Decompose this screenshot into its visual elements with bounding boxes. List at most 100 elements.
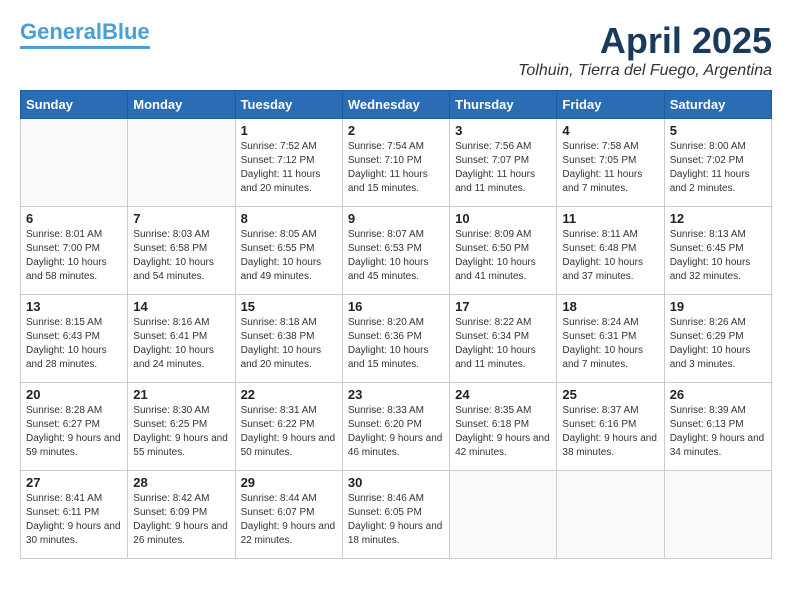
weekday-header-sunday: Sunday — [21, 91, 128, 119]
calendar-cell: 18 Sunrise: 8:24 AM Sunset: 6:31 PM Dayli… — [557, 295, 664, 383]
calendar-table: SundayMondayTuesdayWednesdayThursdayFrid… — [20, 90, 772, 559]
day-info: Sunrise: 8:18 AM Sunset: 6:38 PM Dayligh… — [241, 316, 337, 372]
day-number: 1 — [241, 123, 337, 138]
calendar-cell: 9 Sunrise: 8:07 AM Sunset: 6:53 PM Daylig… — [342, 207, 449, 295]
day-number: 19 — [670, 299, 766, 314]
day-number: 24 — [455, 387, 551, 402]
day-info: Sunrise: 8:13 AM Sunset: 6:45 PM Dayligh… — [670, 228, 766, 284]
calendar-cell: 23 Sunrise: 8:33 AM Sunset: 6:20 PM Dayli… — [342, 383, 449, 471]
day-number: 13 — [26, 299, 122, 314]
day-info: Sunrise: 8:20 AM Sunset: 6:36 PM Dayligh… — [348, 316, 444, 372]
calendar-cell: 27 Sunrise: 8:41 AM Sunset: 6:11 PM Dayli… — [21, 471, 128, 559]
day-info: Sunrise: 8:44 AM Sunset: 6:07 PM Dayligh… — [241, 492, 337, 548]
week-row-4: 20 Sunrise: 8:28 AM Sunset: 6:27 PM Dayli… — [21, 383, 772, 471]
day-number: 22 — [241, 387, 337, 402]
day-info: Sunrise: 8:22 AM Sunset: 6:34 PM Dayligh… — [455, 316, 551, 372]
calendar-cell: 13 Sunrise: 8:15 AM Sunset: 6:43 PM Dayli… — [21, 295, 128, 383]
day-number: 3 — [455, 123, 551, 138]
day-number: 5 — [670, 123, 766, 138]
day-number: 26 — [670, 387, 766, 402]
calendar-cell: 20 Sunrise: 8:28 AM Sunset: 6:27 PM Dayli… — [21, 383, 128, 471]
calendar-cell: 3 Sunrise: 7:56 AM Sunset: 7:07 PM Daylig… — [450, 119, 557, 207]
weekday-header-wednesday: Wednesday — [342, 91, 449, 119]
calendar-cell: 16Sunrise: 8:20 AM Sunset: 6:36 PM Dayli… — [342, 295, 449, 383]
calendar-title: April 2025 — [518, 20, 772, 62]
title-area: April 2025 Tolhuin, Tierra del Fuego, Ar… — [518, 20, 772, 80]
day-number: 11 — [562, 211, 658, 226]
calendar-cell: 30Sunrise: 8:46 AM Sunset: 6:05 PM Dayli… — [342, 471, 449, 559]
header: GeneralBlue April 2025 Tolhuin, Tierra d… — [20, 20, 772, 80]
day-info: Sunrise: 8:33 AM Sunset: 6:20 PM Dayligh… — [348, 404, 444, 460]
calendar-cell: 15 Sunrise: 8:18 AM Sunset: 6:38 PM Dayli… — [235, 295, 342, 383]
day-info: Sunrise: 8:37 AM Sunset: 6:16 PM Dayligh… — [562, 404, 658, 460]
day-info: Sunrise: 8:39 AM Sunset: 6:13 PM Dayligh… — [670, 404, 766, 460]
day-info: Sunrise: 8:11 AM Sunset: 6:48 PM Dayligh… — [562, 228, 658, 284]
day-number: 25 — [562, 387, 658, 402]
calendar-cell — [128, 119, 235, 207]
day-info: Sunrise: 8:30 AM Sunset: 6:25 PM Dayligh… — [133, 404, 229, 460]
calendar-cell: 5Sunrise: 8:00 AM Sunset: 7:02 PM Daylig… — [664, 119, 771, 207]
day-number: 9 — [348, 211, 444, 226]
calendar-subtitle: Tolhuin, Tierra del Fuego, Argentina — [518, 62, 772, 80]
day-number: 14 — [133, 299, 229, 314]
logo: GeneralBlue — [20, 20, 150, 49]
day-number: 28 — [133, 475, 229, 490]
day-info: Sunrise: 8:09 AM Sunset: 6:50 PM Dayligh… — [455, 228, 551, 284]
day-number: 18 — [562, 299, 658, 314]
logo-underline — [20, 46, 150, 49]
weekday-header-monday: Monday — [128, 91, 235, 119]
calendar-cell: 21 Sunrise: 8:30 AM Sunset: 6:25 PM Dayli… — [128, 383, 235, 471]
calendar-cell: 28 Sunrise: 8:42 AM Sunset: 6:09 PM Dayli… — [128, 471, 235, 559]
day-info: Sunrise: 8:26 AM Sunset: 6:29 PM Dayligh… — [670, 316, 766, 372]
weekday-header-saturday: Saturday — [664, 91, 771, 119]
calendar-cell: 19 Sunrise: 8:26 AM Sunset: 6:29 PM Dayli… — [664, 295, 771, 383]
day-info: Sunrise: 8:31 AM Sunset: 6:22 PM Dayligh… — [241, 404, 337, 460]
day-info: Sunrise: 8:15 AM Sunset: 6:43 PM Dayligh… — [26, 316, 122, 372]
calendar-cell — [664, 471, 771, 559]
calendar-cell: 12 Sunrise: 8:13 AM Sunset: 6:45 PM Dayli… — [664, 207, 771, 295]
day-number: 2 — [348, 123, 444, 138]
calendar-cell: 24 Sunrise: 8:35 AM Sunset: 6:18 PM Dayli… — [450, 383, 557, 471]
calendar-cell: 8 Sunrise: 8:05 AM Sunset: 6:55 PM Daylig… — [235, 207, 342, 295]
day-info: Sunrise: 8:24 AM Sunset: 6:31 PM Dayligh… — [562, 316, 658, 372]
weekday-header-thursday: Thursday — [450, 91, 557, 119]
week-row-5: 27 Sunrise: 8:41 AM Sunset: 6:11 PM Dayli… — [21, 471, 772, 559]
day-info: Sunrise: 8:42 AM Sunset: 6:09 PM Dayligh… — [133, 492, 229, 548]
day-number: 6 — [26, 211, 122, 226]
weekday-header-tuesday: Tuesday — [235, 91, 342, 119]
calendar-cell — [21, 119, 128, 207]
day-number: 29 — [241, 475, 337, 490]
week-row-2: 6Sunrise: 8:01 AM Sunset: 7:00 PM Daylig… — [21, 207, 772, 295]
day-number: 27 — [26, 475, 122, 490]
calendar-cell: 2Sunrise: 7:54 AM Sunset: 7:10 PM Daylig… — [342, 119, 449, 207]
day-number: 20 — [26, 387, 122, 402]
day-number: 8 — [241, 211, 337, 226]
calendar-cell: 11 Sunrise: 8:11 AM Sunset: 6:48 PM Dayli… — [557, 207, 664, 295]
week-row-1: 1 Sunrise: 7:52 AM Sunset: 7:12 PM Daylig… — [21, 119, 772, 207]
day-info: Sunrise: 7:52 AM Sunset: 7:12 PM Dayligh… — [241, 140, 337, 196]
day-number: 12 — [670, 211, 766, 226]
day-info: Sunrise: 8:35 AM Sunset: 6:18 PM Dayligh… — [455, 404, 551, 460]
day-number: 10 — [455, 211, 551, 226]
day-info: Sunrise: 7:56 AM Sunset: 7:07 PM Dayligh… — [455, 140, 551, 196]
calendar-cell: 1 Sunrise: 7:52 AM Sunset: 7:12 PM Daylig… — [235, 119, 342, 207]
calendar-cell — [450, 471, 557, 559]
day-info: Sunrise: 8:41 AM Sunset: 6:11 PM Dayligh… — [26, 492, 122, 548]
day-number: 15 — [241, 299, 337, 314]
calendar-cell: 22 Sunrise: 8:31 AM Sunset: 6:22 PM Dayli… — [235, 383, 342, 471]
logo-general: General — [20, 19, 102, 44]
day-number: 21 — [133, 387, 229, 402]
day-number: 23 — [348, 387, 444, 402]
day-info: Sunrise: 8:07 AM Sunset: 6:53 PM Dayligh… — [348, 228, 444, 284]
calendar-cell: 7Sunrise: 8:03 AM Sunset: 6:58 PM Daylig… — [128, 207, 235, 295]
calendar-cell: 6Sunrise: 8:01 AM Sunset: 7:00 PM Daylig… — [21, 207, 128, 295]
day-info: Sunrise: 8:28 AM Sunset: 6:27 PM Dayligh… — [26, 404, 122, 460]
calendar-cell: 14 Sunrise: 8:16 AM Sunset: 6:41 PM Dayli… — [128, 295, 235, 383]
day-info: Sunrise: 8:05 AM Sunset: 6:55 PM Dayligh… — [241, 228, 337, 284]
calendar-cell: 26 Sunrise: 8:39 AM Sunset: 6:13 PM Dayli… — [664, 383, 771, 471]
day-number: 4 — [562, 123, 658, 138]
calendar-cell: 4 Sunrise: 7:58 AM Sunset: 7:05 PM Daylig… — [557, 119, 664, 207]
week-row-3: 13 Sunrise: 8:15 AM Sunset: 6:43 PM Dayli… — [21, 295, 772, 383]
day-info: Sunrise: 8:16 AM Sunset: 6:41 PM Dayligh… — [133, 316, 229, 372]
day-info: Sunrise: 7:58 AM Sunset: 7:05 PM Dayligh… — [562, 140, 658, 196]
